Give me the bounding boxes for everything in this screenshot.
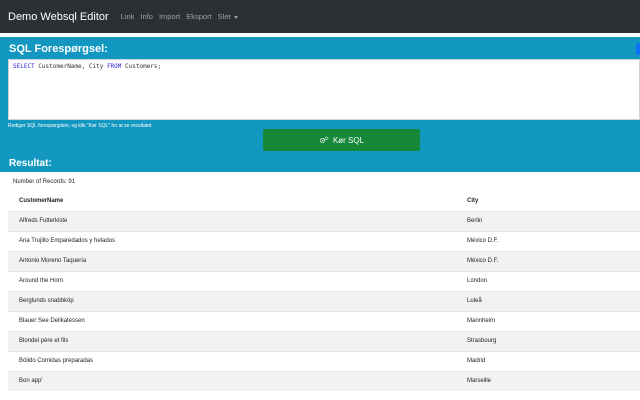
cell-customername: Around the Horn — [8, 270, 464, 291]
table-row: Antonio Moreno Taquería México D.F. — [8, 250, 640, 271]
sql-columns: CustomerName, City — [34, 63, 107, 70]
nav-link-eksport[interactable]: Eksport — [186, 12, 211, 21]
results-table: CustomerName City Alfreds Futterkiste Be… — [8, 191, 640, 391]
cell-customername: Blauer See Delikatessen — [8, 310, 464, 331]
app-brand[interactable]: Demo Websql Editor — [8, 11, 109, 23]
table-header-row: CustomerName City — [8, 191, 640, 211]
cell-city: Berlin — [464, 210, 640, 231]
nav-dropdown-label: Slet — [217, 12, 231, 21]
table-row: Around the Horn London — [8, 270, 640, 291]
cell-customername: Antonio Moreno Taquería — [8, 250, 464, 271]
caret-down-icon — [233, 15, 238, 19]
cell-city: México D.F. — [464, 230, 640, 251]
cell-city: Marseille — [464, 370, 640, 391]
cell-customername: Blondel père et fils — [8, 330, 464, 351]
cell-city: México D.F. — [464, 250, 640, 271]
column-header-city: City — [467, 197, 479, 204]
cell-customername: Bon app' — [8, 370, 464, 391]
cell-city: London — [464, 270, 640, 291]
table-row: Blauer See Delikatessen Mannheim — [8, 310, 640, 331]
table-row: Bólido Comidas preparadas Madrid — [8, 350, 640, 371]
nav-link-import[interactable]: Import — [159, 12, 180, 21]
sql-table: Customers; — [121, 63, 162, 70]
run-sql-label: Kør SQL — [332, 135, 365, 145]
nav-link-link[interactable]: Link — [121, 12, 135, 21]
table-row: Alfreds Futterkiste Berlin — [8, 210, 640, 231]
cell-customername: Berglunds snabbköp — [8, 290, 464, 311]
result-area: Number of Records: 91 CustomerName City … — [8, 172, 640, 400]
sql-keyword-select: SELECT — [13, 63, 35, 70]
record-count: Number of Records: 91 — [13, 179, 76, 185]
cell-city: Strasbourg — [464, 330, 640, 351]
cell-city: Luleå — [464, 290, 640, 311]
nav-dropdown-slet[interactable]: Slet — [218, 12, 238, 21]
cell-city: Madrid — [464, 350, 640, 371]
top-navbar: Demo Websql Editor Link Info Import Eksp… — [0, 0, 640, 33]
panel-corner-button[interactable] — [636, 43, 640, 55]
table-row: Berglunds snabbköp Luleå — [8, 290, 640, 311]
table-row: Blondel père et fils Strasbourg — [8, 330, 640, 351]
run-sql-button[interactable]: Kør SQL — [263, 129, 420, 151]
cell-customername: Alfreds Futterkiste — [8, 210, 464, 231]
sql-help-text: Rediger SQL forespørgslen, og klik "Kør … — [8, 123, 153, 129]
table-row: Ana Trujillo Emparedados y helados Méxic… — [8, 230, 640, 251]
sql-panel: SQL Forespørgsel: SELECT CustomerName, C… — [0, 37, 640, 172]
sql-query-input[interactable]: SELECT CustomerName, City FROM Customers… — [8, 59, 640, 120]
cell-customername: Ana Trujillo Emparedados y helados — [8, 230, 464, 251]
table-row: Bon app' Marseille — [8, 370, 640, 391]
column-header-customername: CustomerName — [19, 197, 64, 204]
nav-link-info[interactable]: Info — [140, 12, 153, 21]
sql-keyword-from: FROM — [106, 63, 122, 70]
cell-city: Mannheim — [464, 310, 640, 331]
result-title: Resultat: — [9, 158, 52, 169]
cell-customername: Bólido Comidas preparadas — [8, 350, 464, 371]
sql-panel-title: SQL Forespørgsel: — [9, 43, 108, 55]
cogs-icon — [319, 136, 329, 144]
